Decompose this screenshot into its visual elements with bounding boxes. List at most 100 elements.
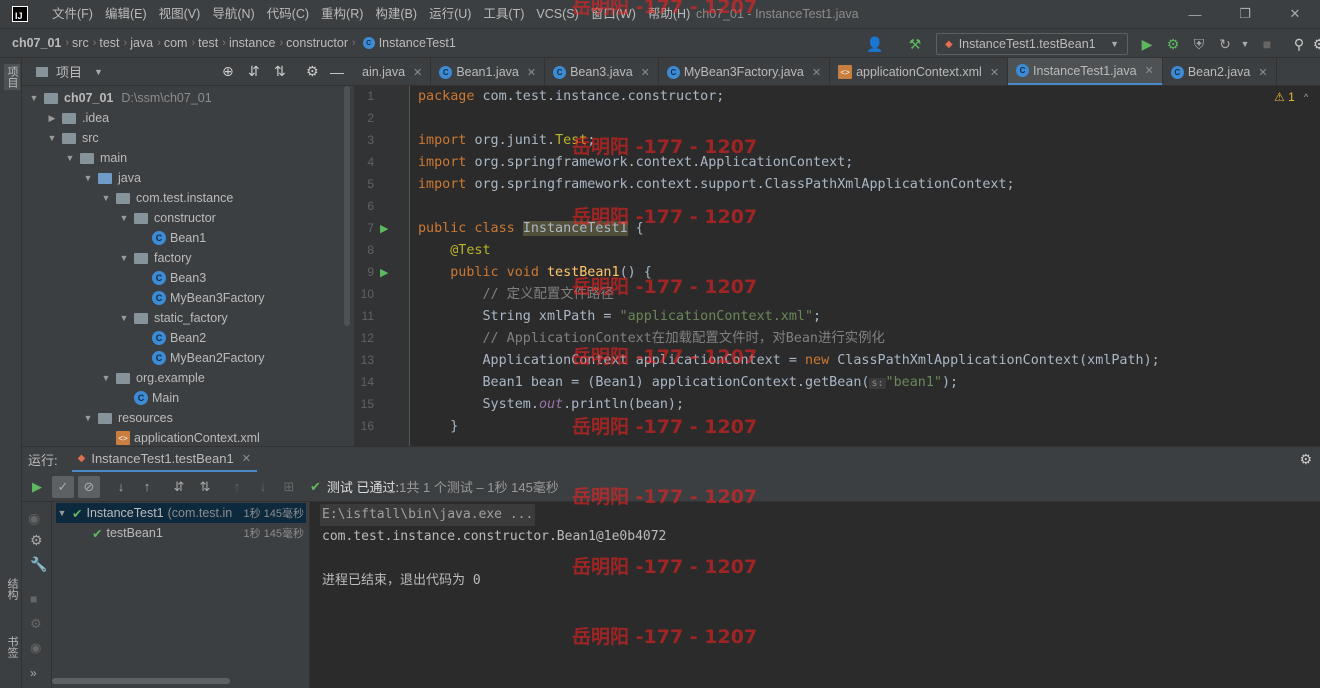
menu-item[interactable]: 视图(V): [153, 0, 207, 28]
breadcrumb-item[interactable]: ch07_01: [12, 36, 61, 50]
breadcrumb-item[interactable]: src: [72, 36, 89, 50]
tree-item[interactable]: ▼ static_factory: [118, 308, 228, 328]
console-output[interactable]: E:\isftall\bin\java.exe ... com.test.inst…: [310, 502, 1320, 688]
menu-item[interactable]: 运行(U): [423, 0, 477, 28]
settings-icon[interactable]: ⚙: [1310, 35, 1320, 53]
structure-tool-tab[interactable]: 结构: [4, 578, 20, 600]
chevron-down-icon[interactable]: ▼: [118, 253, 130, 263]
tree-item[interactable]: ▼ ch07_01 D:\ssm\ch07_01: [28, 88, 212, 108]
chevron-down-icon[interactable]: ▼: [82, 173, 94, 183]
export-icon[interactable]: ⊞: [278, 476, 300, 498]
menu-item[interactable]: 构建(B): [369, 0, 423, 28]
code-editor[interactable]: package com.test.instance.constructor; im…: [418, 86, 1298, 446]
dump-threads-icon[interactable]: ⚙: [30, 616, 42, 632]
more-run-chevron-icon[interactable]: ▼: [1236, 35, 1254, 53]
bookmarks-tool-tab[interactable]: 书签: [4, 636, 20, 658]
gear-icon[interactable]: ⚙: [1299, 451, 1312, 468]
menu-item[interactable]: VCS(S): [530, 0, 584, 28]
profile-icon[interactable]: ↻: [1216, 35, 1234, 53]
stop-icon[interactable]: ■: [1258, 35, 1276, 53]
minimize-icon[interactable]: —: [1170, 0, 1220, 28]
breadcrumb-item[interactable]: instance: [229, 36, 276, 50]
test-result-row[interactable]: ▼ ✔ InstanceTest1 (com.test.in 1秒 145毫秒: [56, 503, 306, 523]
breadcrumb-item[interactable]: constructor: [286, 36, 348, 50]
close-tab-icon[interactable]: ✕: [242, 452, 251, 465]
tree-item[interactable]: C Bean1: [136, 228, 206, 248]
stop-icon[interactable]: ■: [30, 592, 37, 606]
tree-item[interactable]: ▼ constructor: [118, 208, 216, 228]
breadcrumb-item[interactable]: java: [130, 36, 153, 50]
collapse-all-icon[interactable]: ⇅: [274, 63, 286, 80]
more-icon[interactable]: »: [30, 666, 37, 680]
chevron-down-icon[interactable]: ▼: [100, 373, 112, 383]
prev-failed-icon[interactable]: ↑: [226, 476, 248, 498]
chevron-down-icon[interactable]: ▼: [46, 133, 58, 143]
expand-all-icon[interactable]: ⇵: [168, 476, 190, 498]
chevron-down-icon[interactable]: ▼: [56, 508, 68, 518]
sort-duration-icon[interactable]: ↑: [136, 476, 158, 498]
restore-icon[interactable]: ❐: [1220, 0, 1270, 28]
coverage-icon[interactable]: ⛨: [1190, 35, 1208, 53]
tree-item[interactable]: C Main: [118, 388, 179, 408]
run-test-class-icon[interactable]: ▶: [380, 222, 388, 235]
menu-item[interactable]: 导航(N): [206, 0, 260, 28]
test-result-row[interactable]: ✔ testBean1 1秒 145毫秒: [92, 523, 306, 543]
tree-item[interactable]: ▼ factory: [118, 248, 192, 268]
horizontal-scrollbar[interactable]: [52, 678, 230, 684]
user-icon[interactable]: 👤: [866, 35, 884, 53]
hide-panel-icon[interactable]: —: [330, 64, 344, 80]
tree-item[interactable]: ▼ org.example: [100, 368, 205, 388]
close-tab-icon[interactable]: ✕: [641, 66, 650, 79]
run-test-method-icon[interactable]: ▶: [380, 266, 388, 279]
editor-tab[interactable]: <> applicationContext.xml ✕: [830, 58, 1009, 85]
next-failed-icon[interactable]: ↓: [252, 476, 274, 498]
show-passed-icon[interactable]: ✓: [52, 475, 74, 498]
chevron-up-icon[interactable]: ^: [1304, 92, 1308, 102]
close-tab-icon[interactable]: ✕: [413, 66, 422, 79]
tree-item[interactable]: ▼ java: [82, 168, 141, 188]
editor-tab[interactable]: C InstanceTest1.java ✕: [1008, 58, 1163, 85]
tree-item[interactable]: C MyBean3Factory: [136, 288, 264, 308]
editor-tab[interactable]: ain.java ✕: [354, 58, 432, 85]
close-tab-icon[interactable]: ✕: [1145, 64, 1154, 77]
tree-item[interactable]: ▼ main: [64, 148, 128, 168]
project-panel-title[interactable]: 项目: [56, 62, 82, 81]
pin-icon[interactable]: ⚙: [30, 532, 43, 549]
locate-icon[interactable]: ⊕: [222, 63, 234, 80]
tree-item[interactable]: ▼ resources: [82, 408, 173, 428]
close-tab-icon[interactable]: ✕: [527, 66, 536, 79]
chevron-down-icon[interactable]: ▼: [118, 213, 130, 223]
chevron-down-icon[interactable]: ▼: [28, 93, 40, 103]
chevron-down-icon[interactable]: ▼: [94, 67, 103, 77]
menu-item[interactable]: 工具(T): [477, 0, 530, 28]
run-tab[interactable]: ◆ InstanceTest1.testBean1 ✕: [71, 447, 257, 473]
breadcrumb-item[interactable]: test: [198, 36, 218, 50]
close-tab-icon[interactable]: ✕: [812, 66, 821, 79]
gear-icon[interactable]: ⚙: [306, 63, 319, 80]
tree-item[interactable]: ▼ src: [46, 128, 99, 148]
tree-item[interactable]: C Bean3: [136, 268, 206, 288]
editor-tab[interactable]: C Bean3.java ✕: [545, 58, 659, 85]
tree-item[interactable]: <> applicationContext.xml: [100, 428, 260, 448]
close-tab-icon[interactable]: ✕: [990, 66, 999, 79]
editor-tab[interactable]: C MyBean3Factory.java ✕: [659, 58, 831, 85]
tree-scrollbar[interactable]: [344, 86, 350, 326]
close-icon[interactable]: ✕: [1270, 0, 1320, 28]
warnings-indicator[interactable]: ⚠ 1: [1274, 90, 1295, 104]
menu-item[interactable]: 代码(C): [261, 0, 315, 28]
tree-item[interactable]: ▶ .idea: [46, 108, 110, 128]
close-tab-icon[interactable]: ✕: [1258, 66, 1267, 79]
wrench-icon[interactable]: 🔧: [30, 556, 47, 573]
run-configuration-select[interactable]: ◆ InstanceTest1.testBean1 ▼: [936, 33, 1128, 55]
menu-item[interactable]: 重构(R): [315, 0, 369, 28]
run-icon[interactable]: ▶: [1138, 35, 1156, 53]
chevron-down-icon[interactable]: ▼: [82, 413, 94, 423]
breadcrumb-item[interactable]: test: [99, 36, 119, 50]
project-tool-tab[interactable]: 项目: [4, 64, 20, 90]
menu-item[interactable]: 窗口(W): [585, 0, 642, 28]
tree-item[interactable]: ▼ com.test.instance: [100, 188, 234, 208]
rerun-icon[interactable]: ▶: [26, 476, 48, 498]
sort-alpha-icon[interactable]: ↓: [110, 476, 132, 498]
chevron-down-icon[interactable]: ▼: [64, 153, 76, 163]
camera-icon[interactable]: ◉: [28, 510, 40, 527]
